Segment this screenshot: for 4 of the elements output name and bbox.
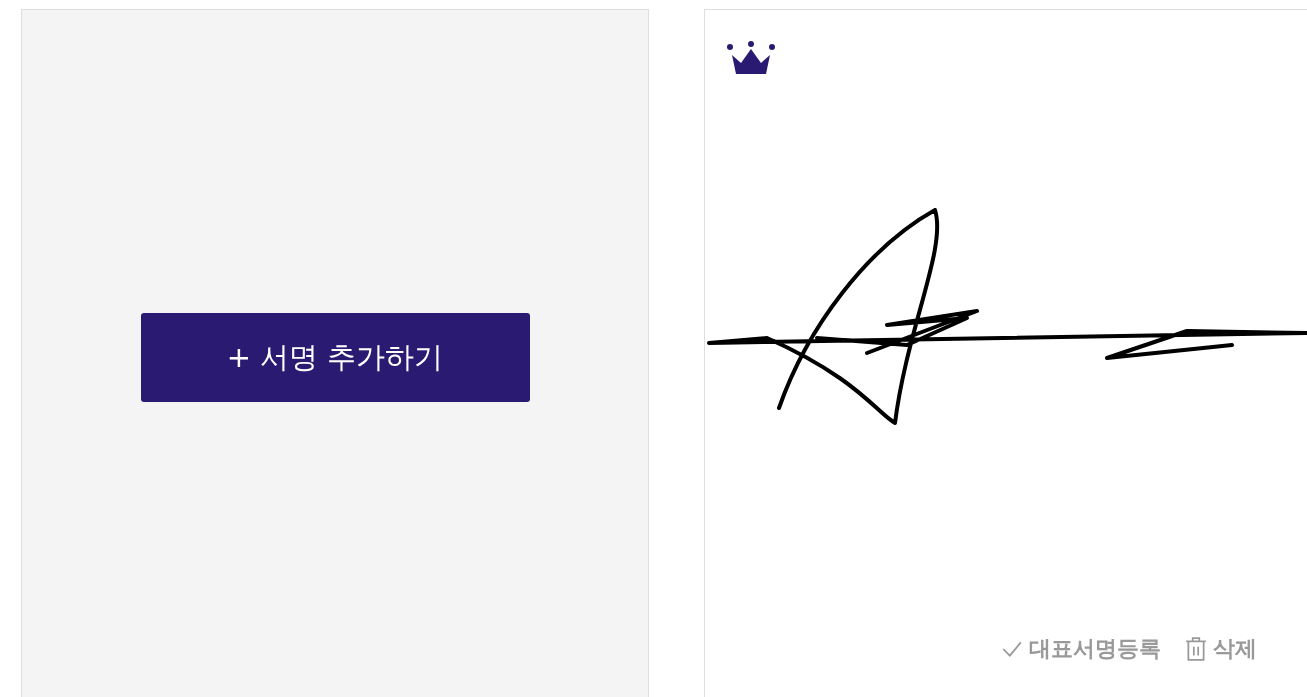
set-representative-button[interactable]: 대표서명등록 <box>1001 634 1161 664</box>
delete-button[interactable]: 삭제 <box>1185 634 1257 664</box>
trash-icon <box>1185 637 1207 661</box>
add-signature-button[interactable]: + 서명 추가하기 <box>140 313 530 402</box>
